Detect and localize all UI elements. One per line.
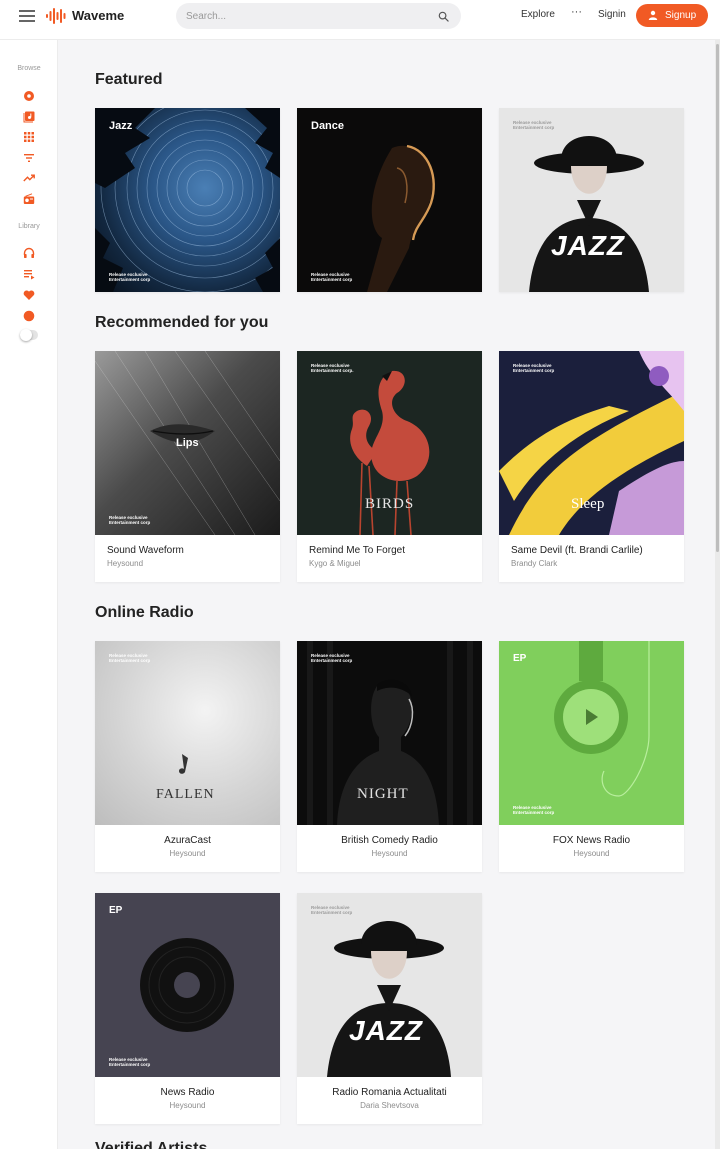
cover-caption: Release exclusive Entertainment corp. bbox=[311, 363, 354, 373]
station-owner[interactable]: Heysound bbox=[95, 849, 280, 858]
station-title[interactable]: News Radio bbox=[95, 1087, 280, 1098]
cover-caption: Release exclusive Entertainment corp bbox=[513, 363, 555, 373]
cover-caption: Release exclusive Entertainment corp bbox=[311, 905, 353, 915]
filter-icon[interactable] bbox=[23, 152, 35, 164]
track-card[interactable]: Release exclusive Entertainment corp. BI… bbox=[297, 351, 482, 582]
station-owner[interactable]: Heysound bbox=[95, 1101, 280, 1110]
cover-image: Dance Release exclusive Entertainment co… bbox=[297, 108, 482, 292]
station-title[interactable]: British Comedy Radio bbox=[297, 835, 482, 846]
radio-card[interactable]: Release exclusive Entertainment corp FAL… bbox=[95, 641, 280, 872]
cover-caption: Release exclusive Entertainment corp bbox=[513, 120, 555, 130]
cover-text: EP bbox=[109, 905, 123, 916]
search-input[interactable] bbox=[186, 8, 426, 24]
app-name[interactable]: Waveme bbox=[72, 8, 124, 23]
featured-card[interactable]: Dance Release exclusive Entertainment co… bbox=[297, 108, 482, 292]
cover-text: JAZZ bbox=[349, 1015, 423, 1046]
disc-icon[interactable] bbox=[23, 90, 35, 102]
cover-text: BIRDS bbox=[365, 496, 415, 512]
cover-caption: Release exclusive Entertainment corp bbox=[311, 272, 353, 282]
featured-card[interactable]: Release exclusive Entertainment corp JAZ… bbox=[499, 108, 684, 292]
track-artist[interactable]: Kygo & Miguel bbox=[309, 559, 361, 568]
cover-caption: Release exclusive Entertainment corp bbox=[109, 1057, 151, 1067]
cover-image: Release exclusive Entertainment corp Sle… bbox=[499, 351, 684, 535]
recommended-heading: Recommended for you bbox=[95, 314, 269, 331]
sidebar-browse-label: Browse bbox=[17, 65, 41, 72]
cover-text: EP bbox=[513, 653, 527, 664]
radio-icon[interactable] bbox=[23, 193, 35, 205]
radio-card[interactable]: EP Release exclusive Entertainment corp … bbox=[499, 641, 684, 872]
sidebar: Browse Library bbox=[0, 40, 58, 1149]
cover-image: Jazz Release exclusive Entertainment cor… bbox=[95, 108, 280, 292]
search-bar bbox=[176, 3, 461, 29]
radio-card[interactable]: Release exclusive Entertainment corp JAZ… bbox=[297, 893, 482, 1124]
radio-card[interactable]: EP Release exclusive Entertainment corp … bbox=[95, 893, 280, 1124]
cover-caption: Release exclusive Entertainment corp bbox=[109, 653, 151, 663]
cover-image: Release exclusive Entertainment corp JAZ… bbox=[297, 893, 482, 1077]
nav-explore-link[interactable]: Explore bbox=[521, 9, 555, 20]
cover-caption: Release exclusive Entertainment corp bbox=[311, 653, 353, 663]
track-title[interactable]: Remind Me To Forget bbox=[309, 545, 405, 556]
track-artist[interactable]: Heysound bbox=[107, 559, 143, 568]
scrollbar-thumb[interactable] bbox=[716, 44, 719, 552]
cover-caption: Release exclusive Entertainment corp bbox=[513, 805, 555, 815]
cover-image: Release exclusive Entertainment corp FAL… bbox=[95, 641, 280, 825]
signup-label: Signup bbox=[665, 10, 697, 21]
station-title[interactable]: Radio Romania Actualitati bbox=[297, 1087, 482, 1098]
cover-image: Release exclusive Entertainment corp JAZ… bbox=[499, 108, 684, 292]
featured-card[interactable]: Jazz Release exclusive Entertainment cor… bbox=[95, 108, 280, 292]
cover-text: NIGHT bbox=[357, 786, 409, 802]
sidebar-library-label: Library bbox=[18, 223, 40, 230]
menu-icon[interactable] bbox=[19, 10, 35, 22]
cover-image: EP Release exclusive Entertainment corp bbox=[499, 641, 684, 825]
headphones-icon[interactable] bbox=[23, 247, 35, 259]
radio-card[interactable]: Release exclusive Entertainment corp NIG… bbox=[297, 641, 482, 872]
grid-icon[interactable] bbox=[23, 131, 35, 143]
track-title[interactable]: Same Devil (ft. Brandi Carlile) bbox=[511, 545, 643, 556]
cover-caption: Release exclusive Entertainment corp bbox=[109, 272, 151, 282]
more-menu-button[interactable]: ··· bbox=[571, 6, 582, 18]
waveform-logo-icon bbox=[46, 8, 66, 24]
station-owner[interactable]: Heysound bbox=[297, 849, 482, 858]
track-title[interactable]: Sound Waveform bbox=[107, 545, 184, 556]
search-icon[interactable] bbox=[438, 11, 449, 22]
cover-image: Release exclusive Entertainment corp NIG… bbox=[297, 641, 482, 825]
signup-button[interactable]: Signup bbox=[636, 4, 708, 27]
station-owner[interactable]: Daria Shevtsova bbox=[297, 1101, 482, 1110]
heart-icon[interactable] bbox=[23, 289, 35, 301]
track-card[interactable]: Release exclusive Entertainment corp Sle… bbox=[499, 351, 684, 582]
cover-text: Jazz bbox=[109, 120, 133, 132]
album-icon[interactable] bbox=[23, 111, 35, 123]
theme-toggle[interactable] bbox=[20, 329, 38, 341]
cover-image: Lips Release exclusive Entertainment cor… bbox=[95, 351, 280, 535]
track-card[interactable]: Lips Release exclusive Entertainment cor… bbox=[95, 351, 280, 582]
signin-link[interactable]: Signin bbox=[598, 9, 626, 20]
cover-image: Release exclusive Entertainment corp. BI… bbox=[297, 351, 482, 535]
verified-artists-heading: Verified Artists bbox=[95, 1140, 208, 1149]
online-radio-heading: Online Radio bbox=[95, 604, 194, 621]
cover-image: EP Release exclusive Entertainment corp bbox=[95, 893, 280, 1077]
playlist-icon[interactable] bbox=[23, 268, 35, 280]
cover-text: Sleep bbox=[571, 496, 605, 512]
circle-icon[interactable] bbox=[23, 310, 35, 322]
cover-text: JAZZ bbox=[551, 230, 625, 261]
theme-toggle-knob bbox=[20, 329, 32, 341]
trending-icon[interactable] bbox=[23, 172, 35, 184]
cover-caption: Release exclusive Entertainment corp bbox=[109, 515, 151, 525]
cover-text: Lips bbox=[176, 437, 199, 449]
user-icon bbox=[648, 10, 658, 20]
track-artist[interactable]: Brandy Clark bbox=[511, 559, 557, 568]
featured-heading: Featured bbox=[95, 71, 163, 88]
top-bar: Waveme Explore ··· Signin Signup bbox=[0, 0, 720, 40]
station-owner[interactable]: Heysound bbox=[499, 849, 684, 858]
station-title[interactable]: AzuraCast bbox=[95, 835, 280, 846]
station-title[interactable]: FOX News Radio bbox=[499, 835, 684, 846]
cover-text: FALLEN bbox=[156, 787, 215, 802]
cover-text: Dance bbox=[311, 120, 345, 132]
